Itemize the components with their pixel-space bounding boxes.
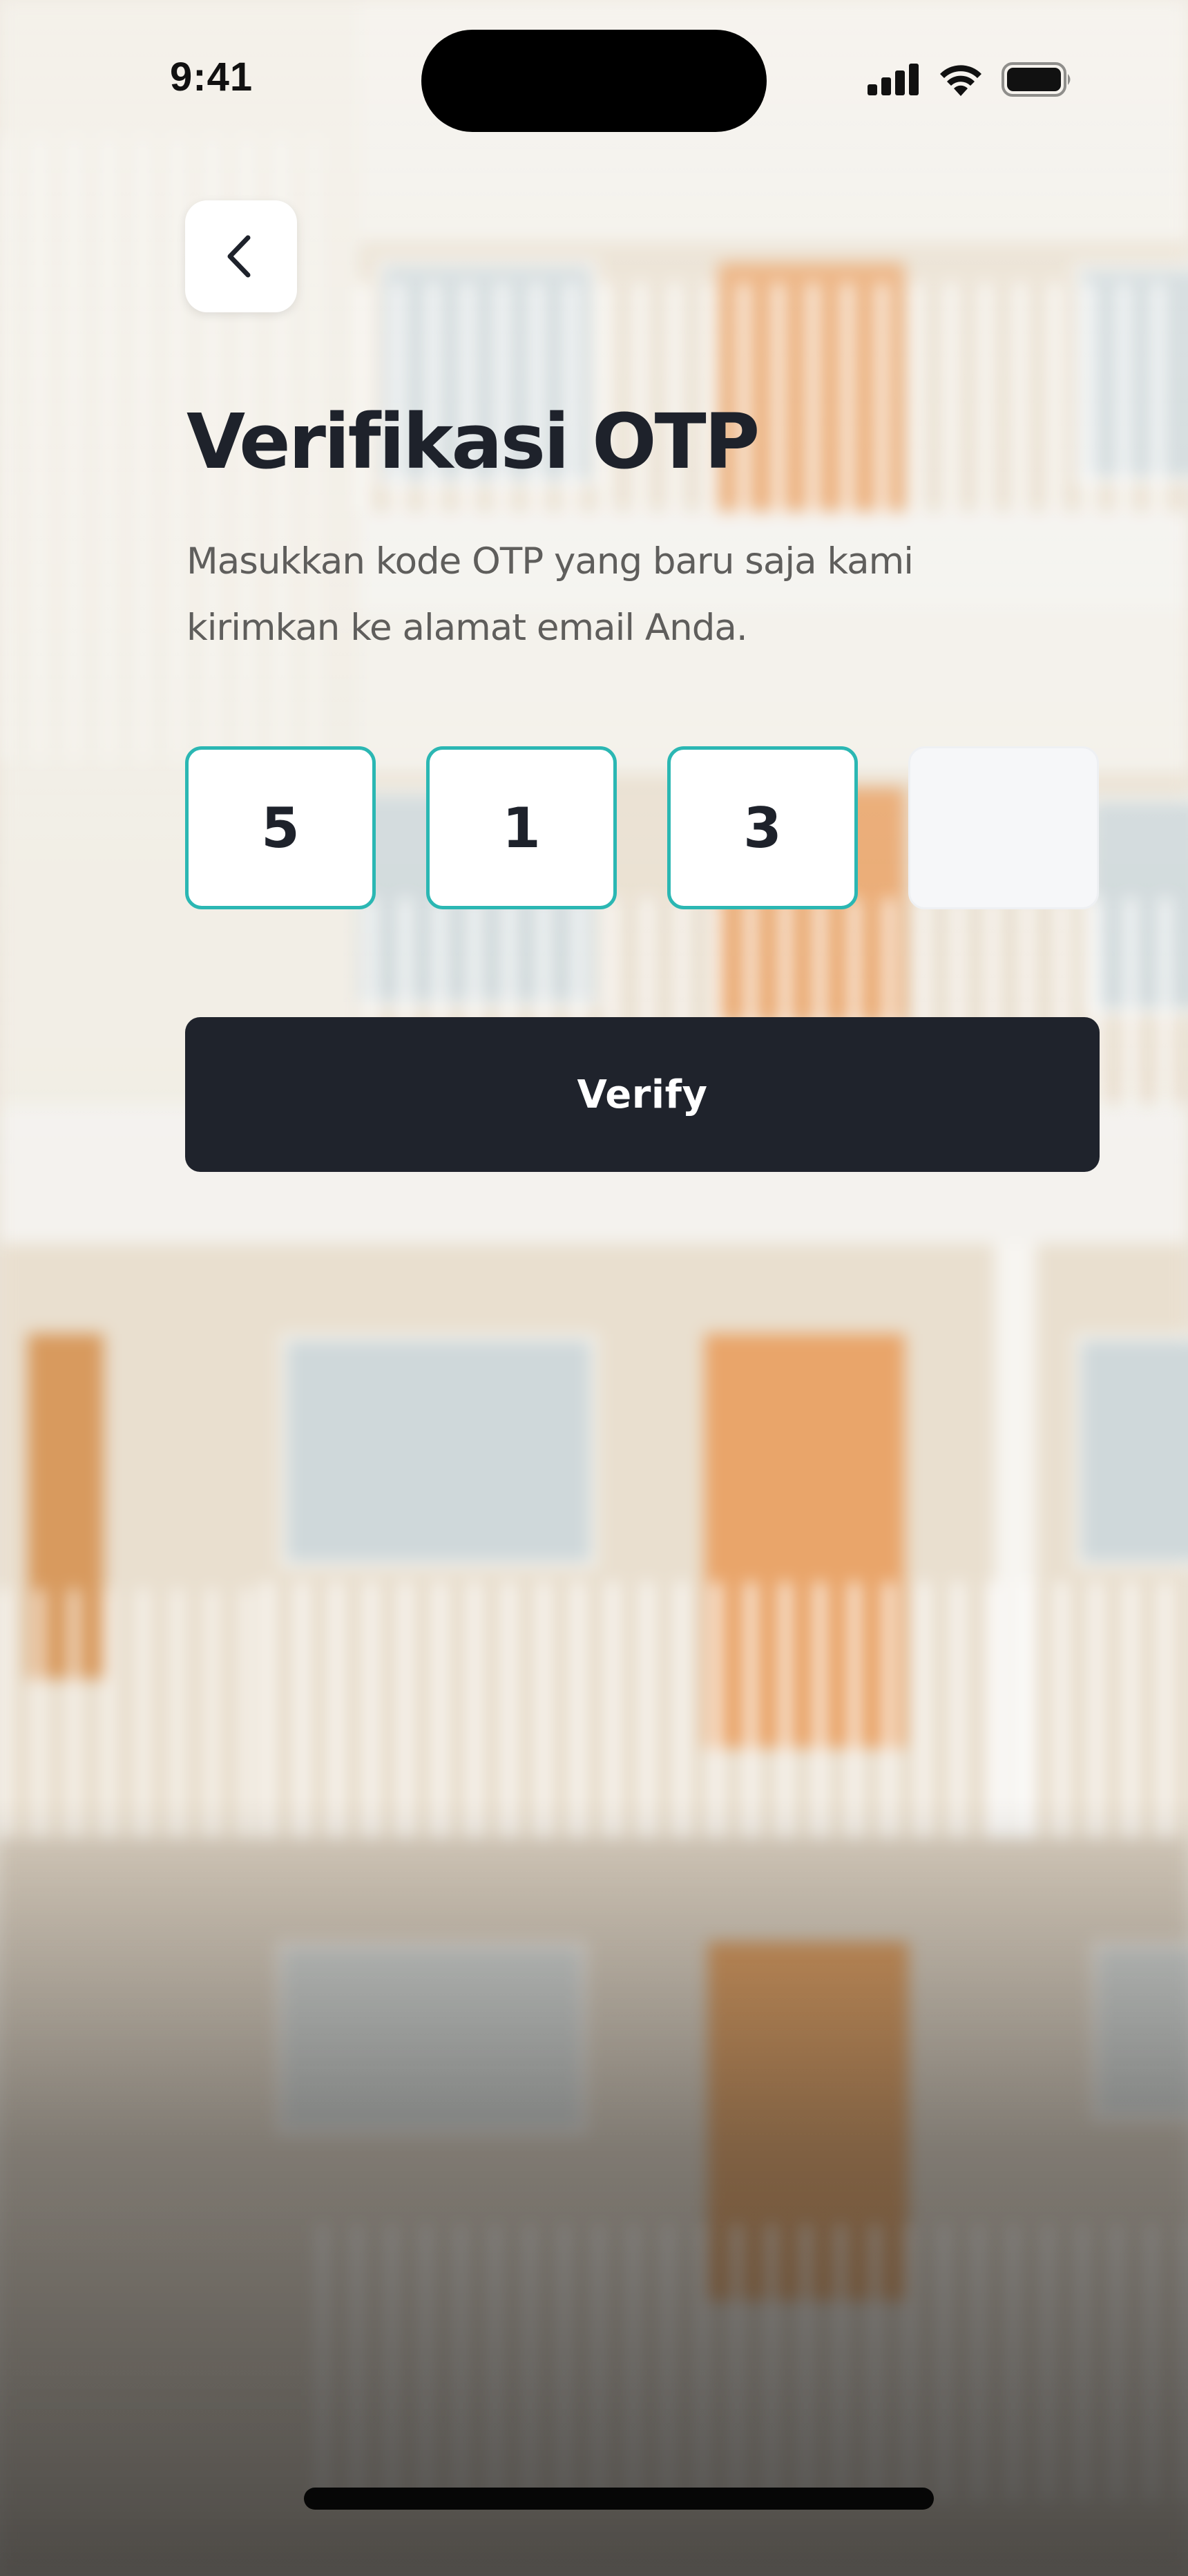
otp-verification-screen: 9:41 Verifikasi OTP Masukkan kode OTP ya… [0,0,1188,2576]
wifi-icon [938,63,984,96]
otp-input-group: 5 1 3 [185,746,1100,909]
status-time: 9:41 [170,55,253,100]
chevron-left-icon [227,235,251,278]
page-title: Verifikasi OTP [186,397,760,486]
status-bar: 9:41 [0,0,1188,159]
battery-icon [1002,62,1073,97]
page-subtitle: Masukkan kode OTP yang baru saja kami ki… [186,540,914,649]
status-icons [868,62,1073,97]
otp-digit-3[interactable]: 3 [667,746,858,909]
otp-digit-4[interactable] [908,746,1099,909]
otp-digit-1[interactable]: 5 [185,746,376,909]
home-indicator[interactable] [304,2488,934,2510]
dynamic-island [421,30,767,132]
back-button[interactable] [185,200,297,312]
background-bottom-overlay [0,1797,1188,2576]
verify-button[interactable]: Verify [185,1017,1100,1172]
cellular-signal-icon [868,64,920,95]
otp-digit-2[interactable]: 1 [426,746,617,909]
